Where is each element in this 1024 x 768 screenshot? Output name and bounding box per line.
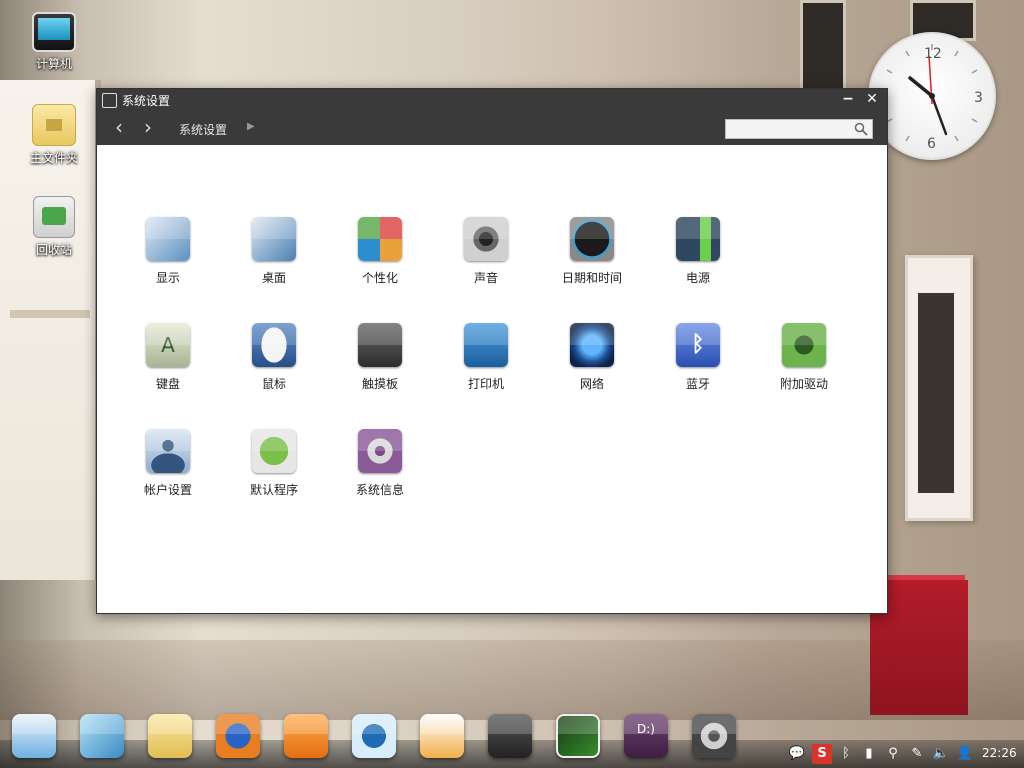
trash-icon bbox=[33, 196, 75, 238]
palette-icon bbox=[358, 217, 402, 261]
settings-item-label: 网络 bbox=[579, 377, 604, 391]
settings-item-keyboard[interactable]: A 键盘 bbox=[120, 323, 216, 392]
settings-item-printer[interactable]: 打印机 bbox=[438, 323, 534, 392]
clock-icon bbox=[570, 217, 614, 261]
display-icon bbox=[146, 217, 190, 261]
home-folder-icon bbox=[32, 104, 76, 146]
settings-item-label: 桌面 bbox=[261, 271, 286, 285]
usb-icon[interactable]: ⚲ bbox=[884, 744, 902, 764]
settings-item-label: 个性化 bbox=[361, 271, 398, 285]
settings-item-label: 系统信息 bbox=[355, 483, 404, 497]
settings-item-default-programs[interactable]: 默认程序 bbox=[226, 429, 322, 498]
breadcrumb-arrow-icon: ▶ bbox=[247, 121, 255, 132]
settings-item-network[interactable]: 网络 bbox=[544, 323, 640, 392]
window-title: 系统设置 bbox=[122, 94, 171, 108]
settings-item-label: 键盘 bbox=[155, 377, 180, 391]
search-box[interactable] bbox=[725, 119, 873, 139]
settings-item-datetime[interactable]: 日期和时间 bbox=[544, 217, 640, 286]
game-icon[interactable] bbox=[488, 714, 532, 758]
settings-item-touchpad[interactable]: 触摸板 bbox=[332, 323, 428, 392]
settings-item-system-info[interactable]: 系统信息 bbox=[332, 429, 428, 498]
chat-icon[interactable]: 💬 bbox=[788, 744, 806, 764]
chip-icon bbox=[782, 323, 826, 367]
settings-item-mouse[interactable]: 鼠标 bbox=[226, 323, 322, 392]
video-player-icon[interactable] bbox=[352, 714, 396, 758]
pen-icon[interactable]: ✎ bbox=[908, 744, 926, 764]
music-player-icon[interactable] bbox=[284, 714, 328, 758]
user-tray-icon[interactable]: 👤 bbox=[956, 744, 974, 764]
settings-item-label: 默认程序 bbox=[249, 483, 298, 497]
settings-item-account[interactable]: 帐户设置 bbox=[120, 429, 216, 498]
speaker-icon bbox=[464, 217, 508, 261]
settings-item-label: 显示 bbox=[155, 271, 180, 285]
desktop-icon-label: 回收站 bbox=[35, 243, 72, 257]
desktop-icon-computer[interactable]: 计算机 bbox=[19, 12, 89, 72]
bluetooth-tray-icon[interactable]: ᛒ bbox=[838, 744, 854, 764]
settings-item-sound[interactable]: 声音 bbox=[438, 217, 534, 286]
breadcrumb[interactable]: 系统设置 bbox=[179, 121, 227, 138]
battery-icon bbox=[676, 217, 720, 261]
search-icon[interactable] bbox=[854, 122, 868, 136]
settings-item-desktop[interactable]: 桌面 bbox=[226, 217, 322, 286]
printer-icon bbox=[464, 323, 508, 367]
settings-item-label: 帐户设置 bbox=[143, 483, 192, 497]
settings-item-label: 鼠标 bbox=[261, 377, 286, 391]
wallpaper-frame bbox=[800, 0, 846, 91]
image-viewer-icon[interactable] bbox=[556, 714, 600, 758]
clock-numeral-3: 3 bbox=[974, 90, 983, 106]
settings-item-label: 电源 bbox=[685, 271, 710, 285]
firefox-icon[interactable] bbox=[216, 714, 260, 758]
launcher-icon[interactable] bbox=[12, 714, 56, 758]
user-icon bbox=[146, 429, 190, 473]
system-settings-window: 系统设置 − ✕ ‹ › 系统设置 ▶ 显示 桌面 个性化 声音 日期和时间 电… bbox=[96, 88, 888, 614]
dock: D:) 💬 S ᛒ ▮ ⚲ ✎ 🔈 👤 22:26 bbox=[0, 710, 1024, 768]
desktop-icon-label: 主文件夹 bbox=[29, 151, 78, 165]
mouse-icon bbox=[252, 323, 296, 367]
desktop-icon-home-folder[interactable]: 主文件夹 bbox=[19, 104, 89, 166]
desktop-icon-label: 计算机 bbox=[35, 57, 72, 71]
clock-numeral-12: 12 bbox=[924, 46, 942, 62]
puzzle-icon bbox=[252, 429, 296, 473]
home-folder-icon[interactable] bbox=[148, 714, 192, 758]
gear-icon bbox=[358, 429, 402, 473]
settings-item-label: 触摸板 bbox=[361, 377, 398, 391]
settings-item-bluetooth[interactable]: ᛒ 蓝牙 bbox=[650, 323, 746, 392]
window-toolbar: ‹ › 系统设置 ▶ bbox=[97, 111, 887, 145]
settings-item-additional-drivers[interactable]: 附加驱动 bbox=[756, 323, 852, 392]
battery-tray-icon[interactable]: ▮ bbox=[860, 744, 878, 764]
forward-button[interactable]: › bbox=[137, 117, 159, 139]
computer-icon bbox=[32, 12, 76, 52]
clock-numeral-6: 6 bbox=[927, 136, 936, 152]
settings-app-icon bbox=[102, 93, 117, 108]
input-method-icon[interactable]: S bbox=[812, 744, 832, 764]
settings-item-display[interactable]: 显示 bbox=[120, 217, 216, 286]
touchpad-icon bbox=[358, 323, 402, 367]
settings-item-label: 日期和时间 bbox=[561, 271, 622, 285]
close-button[interactable]: ✕ bbox=[861, 89, 883, 111]
globe-icon bbox=[570, 323, 614, 367]
desktop-icon-trash[interactable]: 回收站 bbox=[19, 196, 89, 258]
file-manager-icon[interactable] bbox=[80, 714, 124, 758]
settings-item-power[interactable]: 电源 bbox=[650, 217, 746, 286]
volume-icon[interactable]: 🔈 bbox=[932, 744, 950, 764]
settings-item-label: 打印机 bbox=[467, 377, 504, 391]
settings-item-label: 附加驱动 bbox=[779, 377, 828, 391]
search-input[interactable] bbox=[726, 120, 854, 138]
tray-clock[interactable]: 22:26 bbox=[982, 746, 1017, 760]
wallpaper-frame bbox=[905, 255, 973, 521]
software-center-icon[interactable] bbox=[420, 714, 464, 758]
back-button[interactable]: ‹ bbox=[108, 117, 130, 139]
settings-item-personalization[interactable]: 个性化 bbox=[332, 217, 428, 286]
settings-item-label: 蓝牙 bbox=[685, 377, 710, 391]
terminal-icon[interactable]: D:) bbox=[624, 714, 668, 758]
desktop-icon bbox=[252, 217, 296, 261]
keyboard-icon: A bbox=[146, 323, 190, 367]
window-titlebar[interactable]: 系统设置 − ✕ bbox=[97, 89, 887, 111]
minimize-button[interactable]: − bbox=[837, 89, 859, 111]
system-settings-icon[interactable] bbox=[692, 714, 736, 758]
settings-item-label: 声音 bbox=[473, 271, 498, 285]
bluetooth-icon: ᛒ bbox=[676, 323, 720, 367]
